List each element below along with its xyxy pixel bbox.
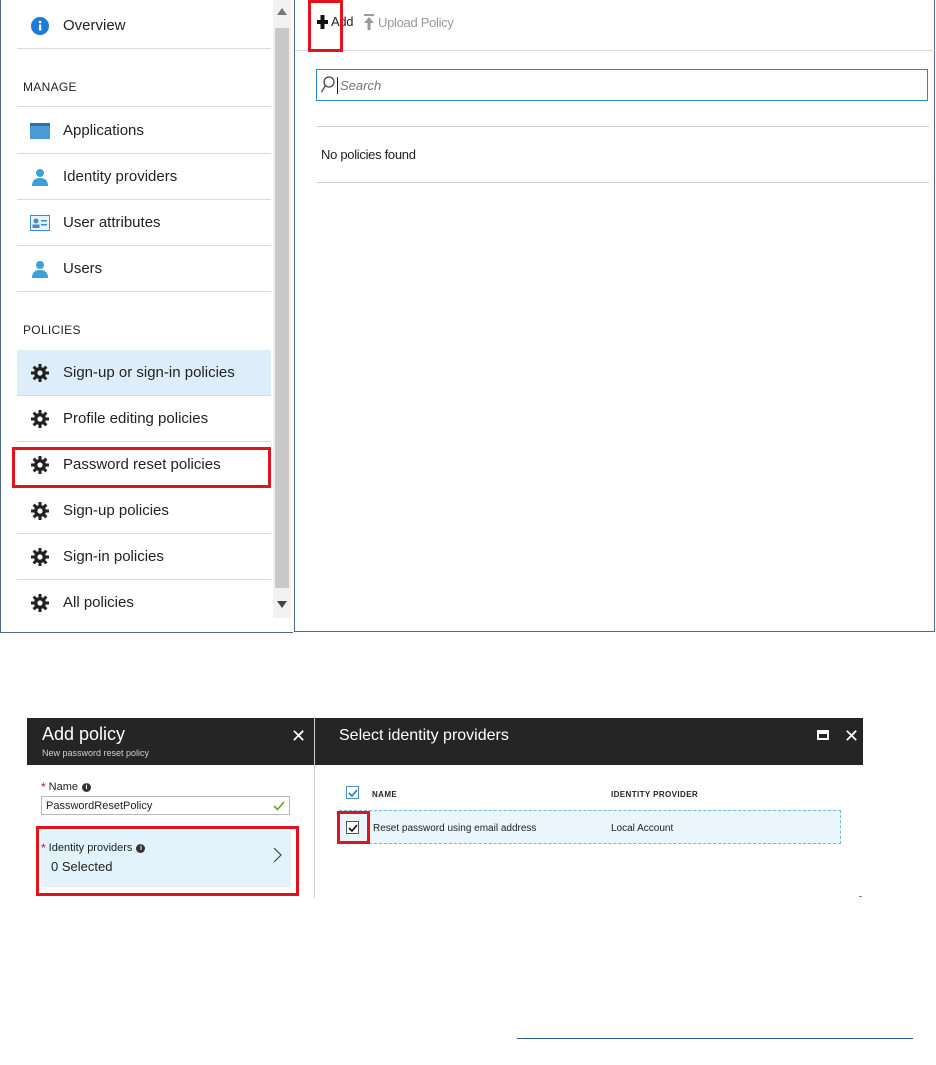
check-icon <box>347 788 358 797</box>
policies-section-header: POLICIES <box>23 323 81 337</box>
gear-icon <box>29 592 51 614</box>
sidebar-item-label: Overview <box>63 17 126 34</box>
empty-state-message: No policies found <box>321 147 416 162</box>
sidebar-item-users[interactable]: Users <box>17 246 271 292</box>
add-policy-header: Add policy New password reset policy ✕ <box>27 718 314 765</box>
sidebar-item-label: All policies <box>63 594 134 611</box>
close-icon[interactable]: ✕ <box>844 727 859 745</box>
policies-portal: Overview MANAGE Applications Identity pr… <box>0 0 936 636</box>
scrollbar-thumb[interactable] <box>275 28 289 588</box>
divider <box>317 182 929 183</box>
upload-policy-button[interactable]: Upload Policy <box>364 14 454 30</box>
sidebar-item-profile-editing-policies[interactable]: Profile editing policies <box>17 396 271 442</box>
name-input[interactable]: PasswordResetPolicy <box>41 796 290 815</box>
application-icon <box>29 120 51 142</box>
column-header-name: NAME <box>372 790 398 799</box>
add-policy-blade: Add policy New password reset policy ✕ *… <box>27 718 314 898</box>
sidebar-item-signup-policies[interactable]: Sign-up policies <box>17 488 271 534</box>
required-marker: * <box>41 780 46 794</box>
select-idp-header: Select identity providers ✕ <box>315 718 863 765</box>
search-input[interactable] <box>338 77 920 93</box>
divider <box>317 126 929 127</box>
password-reset-highlight <box>12 447 271 488</box>
name-input-value: PasswordResetPolicy <box>46 799 153 812</box>
close-icon[interactable]: ✕ <box>291 727 306 745</box>
scroll-up-arrow-icon[interactable] <box>277 8 287 15</box>
gear-icon <box>29 546 51 568</box>
sidebar-item-overview[interactable]: Overview <box>17 3 271 49</box>
add-button-highlight <box>308 0 343 52</box>
user-icon <box>29 258 51 280</box>
blade-title: Select identity providers <box>339 727 509 744</box>
toolbar: Add Upload Policy <box>295 0 935 52</box>
sidebar-item-applications[interactable]: Applications <box>17 108 271 154</box>
upload-icon <box>364 14 374 30</box>
search-icon <box>321 76 335 93</box>
sidebar-item-label: Applications <box>63 122 144 139</box>
divider <box>17 106 271 107</box>
sidebar-item-identity-providers[interactable]: Identity providers <box>17 154 271 200</box>
row-identity-provider: Local Account <box>611 823 674 834</box>
search-box[interactable] <box>316 69 928 101</box>
blade-subtitle: New password reset policy <box>42 748 150 758</box>
gear-icon <box>29 500 51 522</box>
blade-title: Add policy <box>42 724 126 744</box>
identity-providers-highlight <box>36 826 299 896</box>
sidebar-item-label: Sign-up or sign-in policies <box>63 364 235 381</box>
gear-icon <box>29 362 51 384</box>
row-checkbox-highlight <box>337 811 370 844</box>
select-all-checkbox[interactable] <box>346 786 359 799</box>
divider-line <box>517 1038 913 1039</box>
info-icon <box>29 15 51 37</box>
name-label-text: Name <box>48 781 79 793</box>
sidebar-item-label: User attributes <box>63 214 161 231</box>
sidebar-item-user-attributes[interactable]: User attributes <box>17 200 271 246</box>
upload-label: Upload Policy <box>378 14 454 30</box>
table-row[interactable]: Reset password using email address Local… <box>339 810 841 844</box>
sidebar-item-label: Identity providers <box>63 168 178 185</box>
column-header-identity-provider: IDENTITY PROVIDER <box>611 790 699 799</box>
manage-section-header: MANAGE <box>23 80 77 94</box>
sidebar-item-signup-signin-policies[interactable]: Sign-up or sign-in policies <box>17 350 271 396</box>
edge-mark <box>859 896 862 897</box>
policies-content-pane: Add Upload Policy No policies found <box>294 0 935 632</box>
checkmark-icon <box>273 800 285 811</box>
sidebar-item-all-policies[interactable]: All policies <box>17 580 271 625</box>
sidebar-item-label: Sign-in policies <box>63 548 164 565</box>
sidebar-item-signin-policies[interactable]: Sign-in policies <box>17 534 271 580</box>
row-name: Reset password using email address <box>373 823 537 834</box>
sidebar-menu: Overview MANAGE Applications Identity pr… <box>0 0 293 633</box>
sidebar-item-label: Profile editing policies <box>63 410 209 427</box>
gear-icon <box>29 408 51 430</box>
name-field-label: * Name i <box>41 780 92 794</box>
contact-card-icon <box>29 212 51 234</box>
maximize-icon[interactable] <box>817 730 829 740</box>
scroll-down-arrow-icon[interactable] <box>277 601 287 608</box>
user-icon <box>29 166 51 188</box>
sidebar-item-label: Sign-up policies <box>63 502 169 519</box>
select-identity-providers-blade: Select identity providers ✕ <box>314 718 863 898</box>
info-icon[interactable]: i <box>82 782 92 792</box>
sidebar-item-label: Users <box>63 260 103 277</box>
